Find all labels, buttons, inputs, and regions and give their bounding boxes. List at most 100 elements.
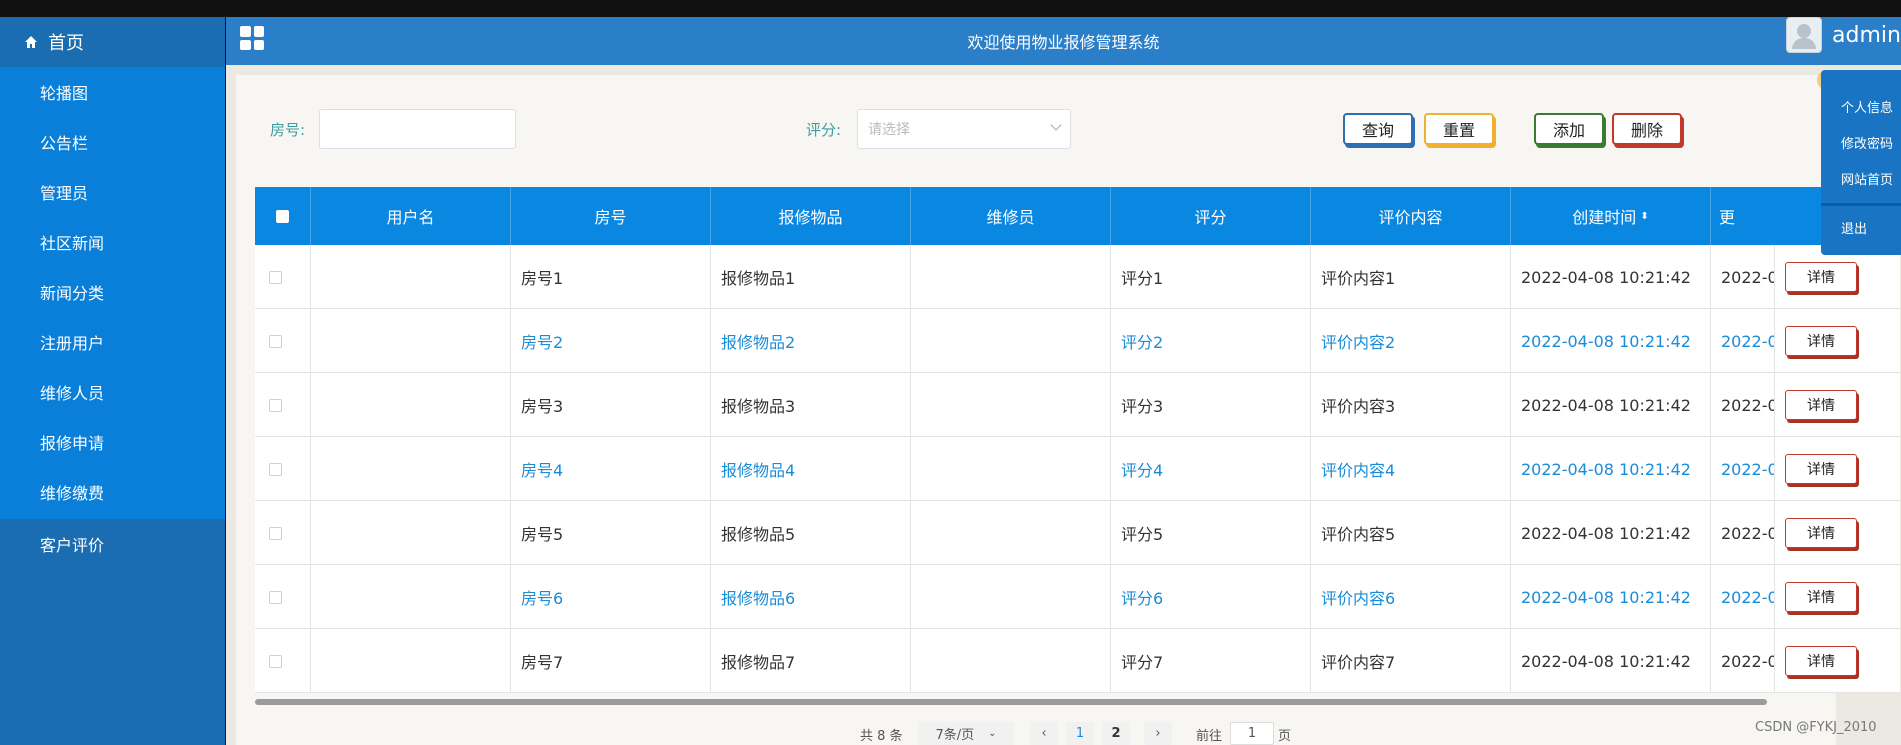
reset-button[interactable]: 重置 (1424, 113, 1494, 145)
table-row[interactable]: 房号2 报修物品2 评分2 评价内容2 2022-04-08 10:21:42 2022-… (255, 309, 1900, 373)
detail-button[interactable]: 详情 (1785, 390, 1857, 420)
sidebar-item-community-news[interactable]: 社区新闻 (0, 217, 225, 267)
prev-page-button[interactable]: ‹ (1030, 722, 1058, 745)
sidebar-home[interactable]: 首页 (0, 17, 225, 67)
goto-label: 前往 (1196, 729, 1223, 744)
cell-item: 报修物品1 (711, 245, 911, 309)
cell-item: 报修物品4 (711, 437, 911, 501)
detail-button[interactable]: 详情 (1785, 646, 1857, 676)
cell-content: 评价内容2 (1311, 309, 1511, 373)
cell-created: 2022-04-08 10:21:42 (1511, 437, 1711, 501)
sidebar-item-label: 轮播图 (40, 84, 89, 103)
query-button[interactable]: 查询 (1343, 113, 1413, 145)
page-size-select[interactable]: 7条/页 ⌄ (918, 722, 1014, 745)
cell-username (311, 437, 511, 501)
row-checkbox-cell (255, 565, 311, 629)
table-row[interactable]: 房号6 报修物品6 评分6 评价内容6 2022-04-08 10:21:42 2022-… (255, 565, 1900, 629)
row-checkbox[interactable] (269, 590, 282, 604)
detail-button[interactable]: 详情 (1785, 262, 1857, 292)
cell-content: 评价内容4 (1311, 437, 1511, 501)
cell-room: 房号7 (511, 629, 711, 693)
page-1-button[interactable]: 1 (1066, 722, 1094, 745)
sort-icon[interactable]: ⬍ (1640, 211, 1648, 222)
row-checkbox-cell (255, 373, 311, 437)
sidebar-item-label: 管理员 (40, 184, 89, 203)
sidebar-item-carousel[interactable]: 轮播图 (0, 67, 225, 117)
username[interactable]: admin (1832, 23, 1901, 48)
sidebar-item-users[interactable]: 注册用户 (0, 317, 225, 367)
next-page-button[interactable]: › (1144, 722, 1172, 745)
cell-item: 报修物品5 (711, 501, 911, 565)
row-checkbox[interactable] (269, 334, 282, 348)
cell-updated: 2022-0 (1711, 373, 1775, 437)
rating-label: 评分: (806, 121, 842, 139)
cell-rating: 评分2 (1111, 309, 1311, 373)
table-row[interactable]: 房号5 报修物品5 评分5 评价内容5 2022-04-08 10:21:42 2022-… (255, 501, 1900, 565)
sidebar-menu: 轮播图 公告栏 管理员 社区新闻 新闻分类 注册用户 维修人员 报修申请 维修缴… (0, 67, 225, 519)
room-input[interactable] (319, 109, 516, 149)
row-checkbox-cell (255, 309, 311, 373)
sidebar-item-repair-requests[interactable]: 报修申请 (0, 417, 225, 467)
cell-content: 评价内容5 (1311, 501, 1511, 565)
table-header: 用户名 房号 报修物品 维修员 评分 评价内容 创建时间 ⬍ 更 (255, 187, 1900, 245)
avatar[interactable] (1786, 17, 1822, 53)
detail-button[interactable]: 详情 (1785, 326, 1857, 356)
chevron-down-icon: ⌄ (988, 728, 997, 739)
cell-rating: 评分1 (1111, 245, 1311, 309)
row-checkbox[interactable] (269, 462, 282, 476)
sidebar-item-repair-fees[interactable]: 维修缴费 (0, 467, 225, 517)
col-header-created[interactable]: 创建时间 ⬍ (1511, 187, 1711, 245)
top-strip (0, 0, 1901, 17)
row-checkbox[interactable] (269, 270, 282, 284)
row-checkbox-cell (255, 437, 311, 501)
row-checkbox-cell (255, 245, 311, 309)
add-button[interactable]: 添加 (1534, 113, 1604, 145)
cell-updated: 2022-0 (1711, 565, 1775, 629)
cell-item: 报修物品7 (711, 629, 911, 693)
goto-input[interactable]: 1 (1230, 722, 1274, 745)
cell-username (311, 373, 511, 437)
sidebar-item-repairers[interactable]: 维修人员 (0, 367, 225, 417)
detail-button[interactable]: 详情 (1785, 454, 1857, 484)
cell-username (311, 629, 511, 693)
cell-created: 2022-04-08 10:21:42 (1511, 245, 1711, 309)
menu-item-change-password[interactable]: 修改密码 (1841, 133, 1893, 152)
row-checkbox[interactable] (269, 654, 282, 668)
table-row[interactable]: 房号4 报修物品4 评分4 评价内容4 2022-04-08 10:21:42 2022-… (255, 437, 1900, 501)
cell-content: 评价内容7 (1311, 629, 1511, 693)
menu-item-profile[interactable]: 个人信息 (1841, 97, 1893, 116)
detail-button[interactable]: 详情 (1785, 582, 1857, 612)
select-all-cell (255, 187, 311, 245)
row-checkbox[interactable] (269, 398, 282, 412)
menu-item-site-home[interactable]: 网站首页 (1841, 169, 1893, 188)
sidebar-item-label: 维修缴费 (40, 484, 105, 503)
cell-rating: 评分5 (1111, 501, 1311, 565)
sidebar: 首页 轮播图 公告栏 管理员 社区新闻 新闻分类 注册用户 维修人员 报修申请 … (0, 17, 225, 745)
rating-select[interactable]: 请选择 (857, 109, 1071, 149)
page-2-button[interactable]: 2 (1102, 722, 1130, 745)
select-all-checkbox[interactable] (276, 209, 289, 223)
menu-item-logout[interactable]: 退出 (1841, 218, 1867, 237)
cell-username (311, 245, 511, 309)
sidebar-item-customer-reviews[interactable]: 客户评价 (0, 519, 225, 569)
sidebar-item-notice[interactable]: 公告栏 (0, 117, 225, 167)
cell-updated: 2022-0 (1711, 309, 1775, 373)
table-row[interactable]: 房号3 报修物品3 评分3 评价内容3 2022-04-08 10:21:42 2022-… (255, 373, 1900, 437)
sidebar-item-admin[interactable]: 管理员 (0, 167, 225, 217)
table-row[interactable]: 房号7 报修物品7 评分7 评价内容7 2022-04-08 10:21:42 2022-… (255, 629, 1900, 693)
table-row[interactable]: 房号1 报修物品1 评分1 评价内容1 2022-04-08 10:21:42 2022-… (255, 245, 1900, 309)
col-header-content: 评价内容 (1311, 187, 1511, 245)
cell-repairer (911, 437, 1111, 501)
cell-rating: 评分6 (1111, 565, 1311, 629)
sidebar-item-news-category[interactable]: 新闻分类 (0, 267, 225, 317)
row-checkbox[interactable] (269, 526, 282, 540)
cell-rating: 评分4 (1111, 437, 1311, 501)
detail-button[interactable]: 详情 (1785, 518, 1857, 548)
cell-repairer (911, 565, 1111, 629)
cell-repairer (911, 629, 1111, 693)
cell-item: 报修物品3 (711, 373, 911, 437)
pagination-total: 共 8 条 (860, 729, 903, 744)
delete-button[interactable]: 删除 (1612, 113, 1682, 145)
cell-room: 房号6 (511, 565, 711, 629)
horizontal-scrollbar[interactable] (255, 699, 1767, 705)
